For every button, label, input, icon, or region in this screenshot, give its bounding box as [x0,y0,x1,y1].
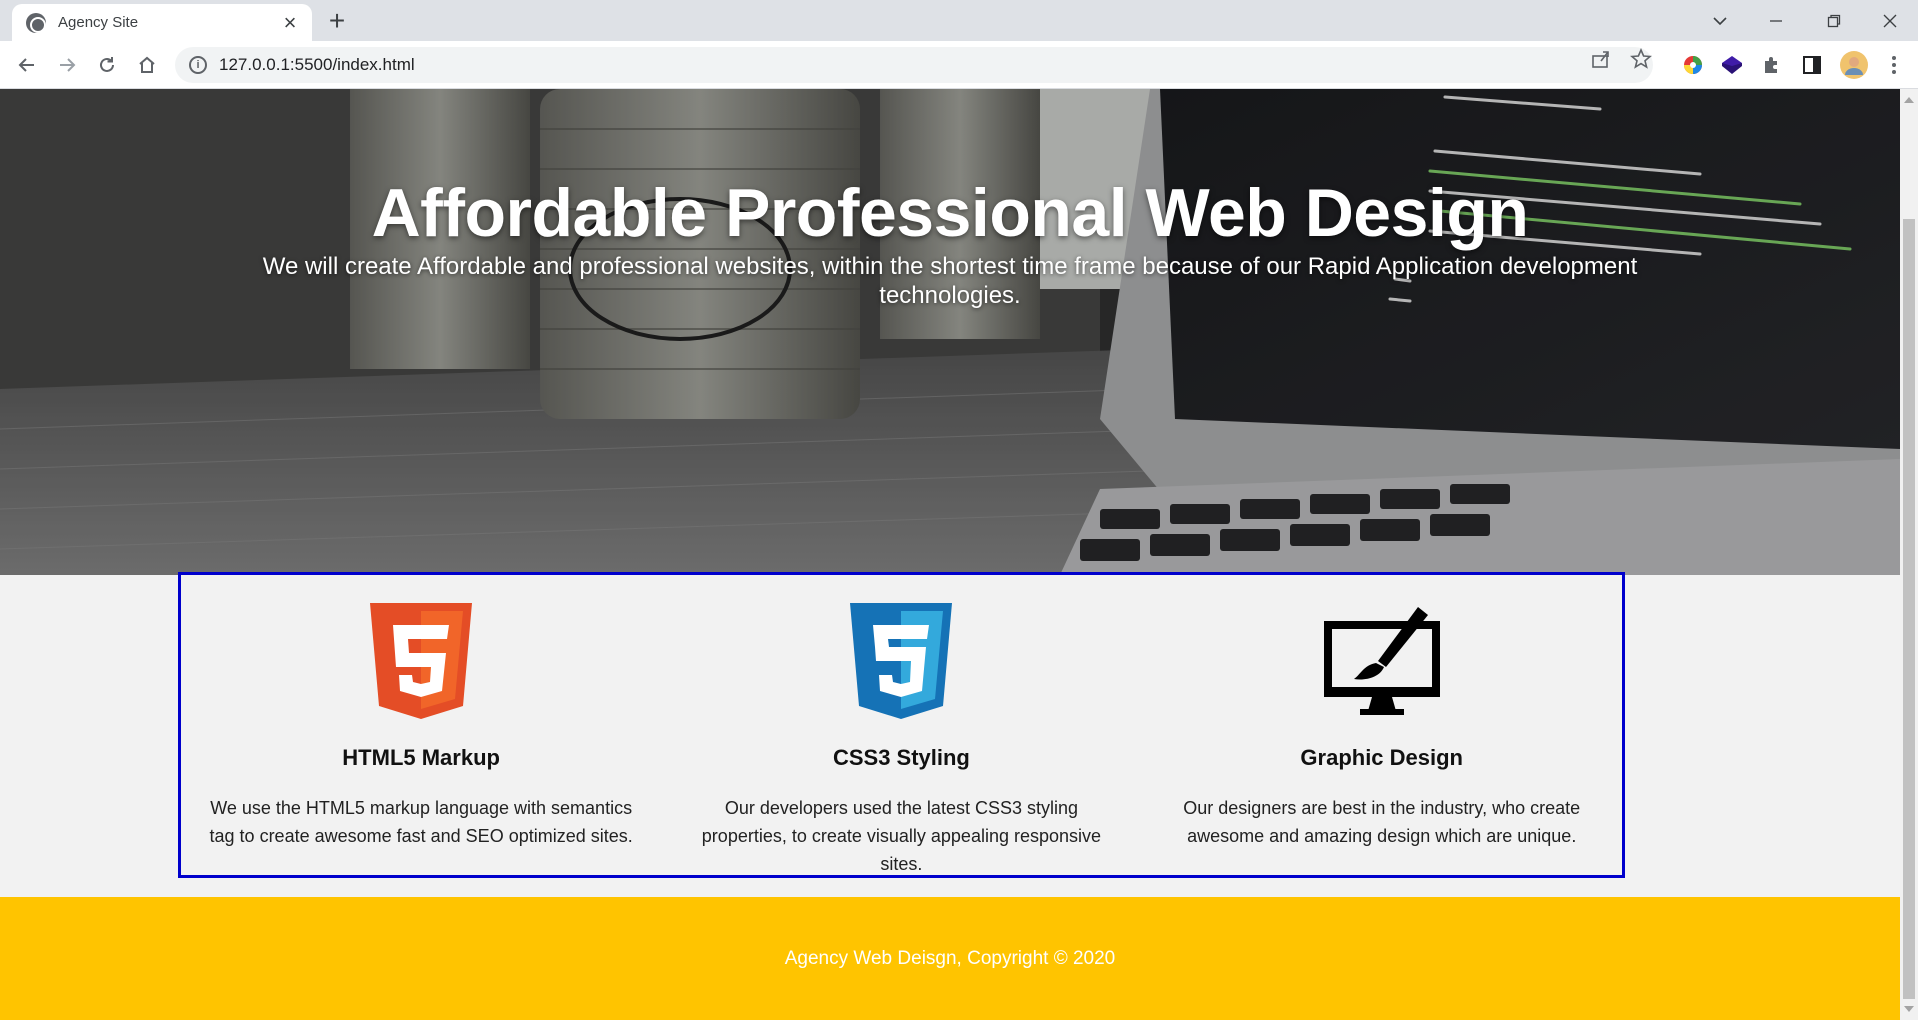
hero-background-image [0,89,1900,575]
arrow-right-icon [60,58,76,72]
footer: Agency Web Deisgn, Copyright © 2020 [0,897,1900,1020]
page-scrollbar[interactable] [1900,89,1918,1020]
layers-extension-icon[interactable] [1720,53,1744,77]
arrow-left-icon [18,58,34,72]
home-button[interactable] [130,48,164,82]
address-bar[interactable]: i 127.0.0.1:5500/index.html [175,47,1653,83]
scroll-up-arrow-icon[interactable] [1904,97,1914,103]
restore-icon [1827,14,1841,27]
feature-title: CSS3 Styling [832,745,970,770]
info-icon[interactable]: i [189,56,207,74]
browser-toolbar: i 127.0.0.1:5500/index.html [0,41,1918,89]
tab-search-button[interactable] [1692,0,1748,41]
browser-tab[interactable]: Agency Site × [12,4,312,41]
reload-icon [100,57,114,72]
color-picker-extension-icon[interactable] [1681,53,1705,77]
feature-title: Graphic Design [1300,745,1463,770]
restore-button[interactable] [1806,0,1862,41]
reload-button[interactable] [90,48,124,82]
feature-title: HTML5 Markup [342,745,500,770]
feature-css3: CSS3 Styling Our developers used the lat… [661,575,1141,875]
puzzle-extensions-icon[interactable] [1760,53,1784,77]
feature-text: Our developers used the latest CSS3 styl… [701,798,1102,874]
feature-graphic-design: Graphic Design Our designers are best in… [1142,575,1622,875]
hero-title: Affordable Professional Web Design [371,175,1529,251]
features-section: HTML5 Markup We use the HTML5 markup lan… [178,572,1625,878]
footer-copyright: Agency Web Deisgn, Copyright © 2020 [784,947,1116,969]
home-icon [139,56,155,73]
html5-icon [370,603,473,719]
close-tab-icon[interactable]: × [278,11,302,33]
profile-avatar[interactable] [1840,51,1868,79]
globe-icon [26,12,46,33]
bookmark-star-icon[interactable] [1630,47,1652,76]
share-icon[interactable] [1590,48,1612,76]
scroll-thumb[interactable] [1903,219,1915,999]
feature-text: Our designers are best in the industry, … [1183,798,1581,846]
scroll-down-arrow-icon[interactable] [1904,1006,1914,1012]
new-tab-button[interactable]: + [322,6,352,36]
chevron-down-icon [1713,16,1727,25]
page-viewport: Affordable Professional Web Design We wi… [0,89,1900,1020]
feature-text: We use the HTML5 markup language with se… [209,798,633,846]
forward-button[interactable] [50,48,84,82]
close-icon [1883,14,1897,27]
close-window-button[interactable] [1862,0,1918,41]
hero-section: Affordable Professional Web Design We wi… [0,89,1900,575]
feature-html5: HTML5 Markup We use the HTML5 markup lan… [181,575,661,875]
side-panel-icon[interactable] [1800,53,1824,77]
back-button[interactable] [10,48,44,82]
hero-subtitle: We will create Affordable and profession… [262,253,1638,309]
browser-tab-strip: Agency Site × + [0,0,1918,41]
tab-title: Agency Site [58,14,139,31]
more-menu-icon[interactable] [1882,53,1906,77]
minimize-icon [1770,19,1782,22]
graphic-design-icon [1323,607,1440,715]
css3-icon [850,603,953,719]
url-text[interactable]: 127.0.0.1:5500/index.html [219,55,415,75]
minimize-button[interactable] [1748,0,1804,41]
